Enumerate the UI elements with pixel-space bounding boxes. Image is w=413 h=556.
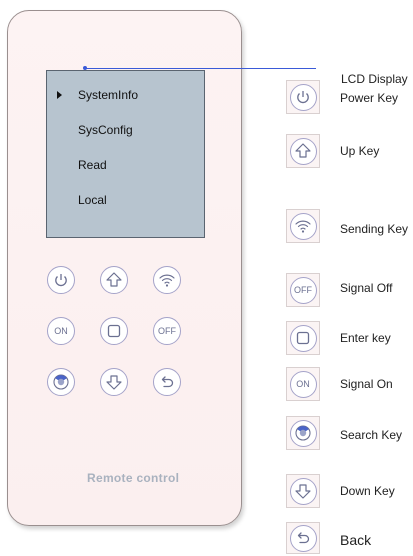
menu-item-read[interactable]: Read bbox=[78, 158, 107, 172]
square-icon bbox=[289, 324, 317, 352]
back-icon bbox=[289, 524, 317, 552]
lcd-display-label: LCD Display bbox=[341, 72, 408, 86]
lcd-leader-line bbox=[85, 68, 316, 69]
legend-on-label: Signal On bbox=[340, 377, 393, 391]
remote-control-body: SystemInfo SysConfig Read Local ON OFF R… bbox=[7, 10, 242, 526]
signal-on-button[interactable]: ON bbox=[47, 317, 75, 345]
brand-label: Remote control bbox=[87, 471, 180, 485]
legend-back-icon-box bbox=[286, 522, 320, 554]
legend-up-icon-box bbox=[286, 134, 320, 168]
menu-item-sysconfig[interactable]: SysConfig bbox=[78, 123, 133, 137]
on-icon: ON bbox=[54, 326, 68, 336]
legend-up-label: Up Key bbox=[340, 144, 380, 158]
down-arrow-icon bbox=[106, 375, 122, 390]
power-icon bbox=[55, 274, 67, 287]
wifi-icon bbox=[159, 274, 175, 287]
on-icon: ON bbox=[289, 370, 317, 398]
legend-sending-label: Sending Key bbox=[340, 222, 409, 236]
legend-enter-label: Enter key bbox=[340, 331, 391, 345]
lcd-leader-dot bbox=[83, 66, 87, 70]
radar-icon bbox=[53, 374, 69, 390]
legend-down-icon-box bbox=[286, 474, 320, 508]
legend-enter-icon-box bbox=[286, 321, 320, 355]
power-button[interactable] bbox=[47, 266, 75, 294]
legend-sending-icon-box bbox=[286, 209, 320, 243]
square-icon bbox=[107, 324, 121, 338]
up-button[interactable] bbox=[100, 266, 128, 294]
legend-search-icon-box bbox=[286, 416, 320, 450]
radar-icon bbox=[289, 419, 317, 447]
legend-search-label: Search Key bbox=[340, 428, 403, 442]
back-icon bbox=[161, 376, 174, 388]
legend-off-icon-box: OFF bbox=[286, 273, 320, 307]
down-button[interactable] bbox=[100, 368, 128, 396]
enter-button[interactable] bbox=[100, 317, 128, 345]
legend-on-icon-box: ON bbox=[286, 367, 320, 401]
lcd-display: SystemInfo SysConfig Read Local bbox=[46, 70, 205, 238]
signal-off-button[interactable]: OFF bbox=[153, 317, 181, 345]
up-arrow-icon bbox=[106, 272, 122, 287]
legend-down-label: Down Key bbox=[340, 484, 395, 498]
search-button[interactable] bbox=[47, 368, 75, 396]
legend-power-label: Power Key bbox=[340, 91, 399, 105]
legend-off-label: Signal Off bbox=[340, 281, 393, 295]
menu-item-systeminfo[interactable]: SystemInfo bbox=[78, 88, 138, 102]
wifi-icon bbox=[289, 212, 317, 240]
menu-cursor-icon bbox=[57, 91, 62, 99]
power-icon bbox=[289, 83, 317, 111]
legend-back-label: Back bbox=[340, 532, 372, 548]
sending-button[interactable] bbox=[153, 266, 181, 294]
off-icon: OFF bbox=[289, 276, 317, 304]
off-icon: OFF bbox=[158, 326, 176, 336]
legend-power-icon-box bbox=[286, 80, 320, 114]
menu-item-local[interactable]: Local bbox=[78, 193, 107, 207]
up-arrow-icon bbox=[289, 137, 317, 165]
down-arrow-icon bbox=[289, 477, 317, 505]
back-button[interactable] bbox=[153, 368, 181, 396]
